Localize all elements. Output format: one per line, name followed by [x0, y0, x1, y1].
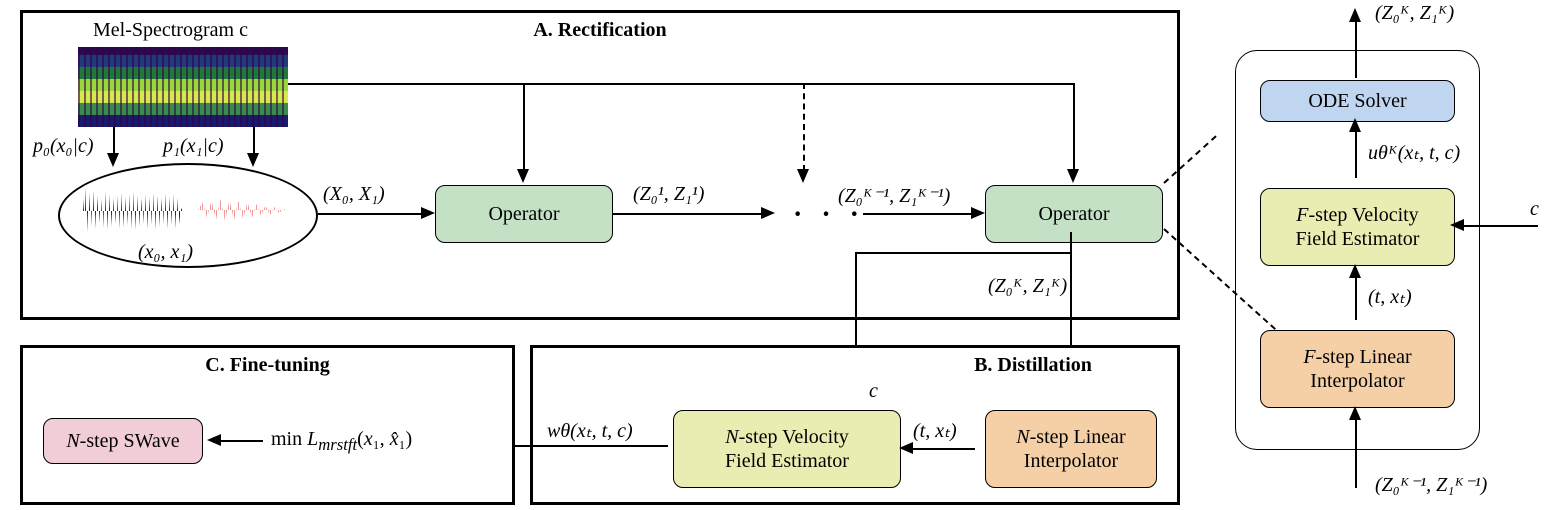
arrow-left-icon	[207, 434, 221, 446]
line	[219, 440, 263, 442]
X0X1-label: (X₀, X₁)	[323, 183, 385, 206]
line	[1073, 83, 1075, 171]
arrow-up-icon	[1349, 118, 1361, 132]
panel-c-title: C. Fine-tuning	[23, 354, 512, 377]
arrow-up-icon	[1349, 406, 1361, 420]
line	[613, 213, 763, 215]
arrow-right-icon	[421, 207, 435, 219]
panel-distillation: B. Distillation c N-step VelocityField E…	[530, 345, 1180, 505]
n-linear-interpolator-box: N-step LinearInterpolator	[985, 410, 1157, 488]
side-top-out: (Z₀ᴷ, Z₁ᴷ)	[1375, 2, 1454, 25]
operator-box-2: Operator	[985, 185, 1163, 243]
mel-spectrogram-image	[78, 47, 288, 127]
Z1-label: (Z₀¹, Z₁¹)	[633, 183, 704, 206]
n-step-swave-box: N-step SWave	[43, 418, 203, 464]
n-velocity-estimator-box: N-step VelocityField Estimator	[673, 410, 901, 488]
u-theta-label: uθᴷ(xₜ, t, c)	[1368, 140, 1460, 165]
line	[318, 213, 423, 215]
arrow-down-icon	[247, 153, 259, 167]
arrow-up-icon	[1349, 264, 1361, 278]
line	[113, 127, 115, 155]
operator-box-1: Operator	[435, 185, 613, 243]
arrow-left-icon	[1450, 219, 1464, 231]
line	[504, 445, 668, 447]
p1-label: p₁(x₁|c)	[163, 135, 223, 158]
f-velocity-estimator-box: F-step VelocityField Estimator	[1260, 188, 1455, 266]
side-bottom-in: (Z₀ᴷ⁻¹, Z₁ᴷ⁻¹)	[1375, 472, 1487, 497]
arrow-left-icon	[899, 442, 913, 454]
arrow-right-icon	[761, 207, 775, 219]
arrow-down-icon	[107, 153, 119, 167]
ode-solver-box: ODE Solver	[1260, 80, 1455, 122]
line	[253, 127, 255, 155]
c-label: c	[869, 380, 878, 403]
line	[1355, 20, 1357, 78]
p0-label: p₀(x₀|c)	[33, 135, 93, 158]
line	[1355, 130, 1357, 178]
line	[1355, 418, 1357, 488]
line	[523, 83, 525, 171]
txt-label-side: (t, xₜ)	[1368, 284, 1412, 309]
line	[863, 213, 973, 215]
panel-finetuning: C. Fine-tuning N-step SWave min Lmrstft(…	[20, 345, 515, 505]
arrow-up-icon	[1349, 8, 1361, 22]
line	[288, 83, 523, 85]
line	[1355, 276, 1357, 320]
ZKm1-label: (Z₀ᴷ⁻¹, Z₁ᴷ⁻¹)	[838, 183, 950, 208]
arrow-down-icon	[797, 169, 809, 183]
ZK-output-label: (Z₀ᴷ, Z₁ᴷ)	[988, 275, 1067, 298]
line-dashed	[803, 83, 805, 171]
mel-caption: Mel-Spectrogram c	[93, 19, 248, 42]
f-linear-interpolator-box: F-step LinearInterpolator	[1260, 330, 1455, 408]
loss-label: min Lmrstft(x₁, x̂₁)	[271, 428, 412, 455]
arrow-right-icon	[971, 207, 985, 219]
txt-label-b: (t, xₜ)	[913, 418, 957, 443]
line	[801, 83, 1073, 85]
panel-b-title: B. Distillation	[903, 354, 1163, 377]
line	[855, 252, 1072, 254]
w-theta-label: wθ(xₜ, t, c)	[547, 418, 633, 443]
arrow-down-icon	[517, 169, 529, 183]
line	[911, 448, 975, 450]
line	[1070, 232, 1072, 254]
line	[1462, 225, 1538, 227]
c-side-label: c	[1530, 198, 1539, 221]
panel-rectification: A. Rectification Mel-Spectrogram c p₀(x₀…	[20, 10, 1180, 320]
line	[523, 83, 803, 85]
arrow-down-icon	[1067, 169, 1079, 183]
x0x1-label: (x₀, x₁)	[138, 241, 193, 264]
